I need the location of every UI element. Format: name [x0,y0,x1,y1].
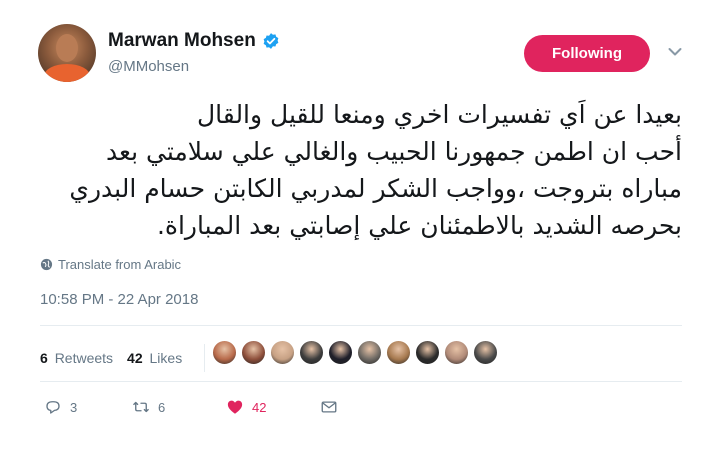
chevron-down-icon[interactable] [668,47,682,57]
like-count: 42 [252,399,267,415]
following-button[interactable]: Following [524,35,650,72]
likes-count: 42 [127,350,143,366]
direct-message-button[interactable] [320,398,338,416]
reply-icon [46,401,60,414]
name-row: Marwan Mohsen [108,30,280,52]
direct-message-icon [321,401,337,413]
retweet-button[interactable]: 6 [132,398,165,416]
globe-icon [40,258,53,271]
translate-label: Translate from Arabic [58,257,182,272]
liker-avatar[interactable] [212,340,237,365]
liker-avatar[interactable] [299,340,324,365]
reply-count: 3 [70,399,78,415]
tweet-text-line: مباراه بتروجت ،وواجب الشكر لمدربي الكابت… [69,174,682,203]
liker-avatar[interactable] [473,340,498,365]
avatar-shirt [44,64,90,82]
tweet-text-line: بعيدا عن اَي تفسيرات اخري ومنعا للقيل وا… [197,100,682,129]
liker-avatar[interactable] [415,340,440,365]
user-handle[interactable]: @MMohsen [108,58,280,75]
likes-stat[interactable]: 42 Likes [127,350,182,366]
liker-avatar[interactable] [444,340,469,365]
tweet-text-line: أحب ان اطمن جمهورنا الحبيب والغالي علي س… [105,137,682,166]
tweet-stats: 6 Retweets 42 Likes [40,344,206,372]
retweets-count: 6 [40,350,48,366]
retweet-count: 6 [158,399,166,415]
tweet-text: بعيدا عن اَي تفسيرات اخري ومنعا للقيل وا… [40,96,682,244]
liker-avatar[interactable] [357,340,382,365]
like-button[interactable]: 42 [226,398,266,416]
translate-link[interactable]: Translate from Arabic [40,257,181,272]
divider [40,381,682,382]
tweet-text-line: بحرصه الشديد بالاطمئنان علي إصابتي بعد ا… [156,211,682,240]
tweet-card: Marwan Mohsen @MMohsen Following بعيدا ع… [0,0,720,464]
avatar[interactable] [38,24,96,82]
tweet-timestamp[interactable]: 10:58 PM - 22 Apr 2018 [40,291,198,308]
retweet-icon [133,401,149,413]
reply-button[interactable]: 3 [44,398,77,416]
user-info: Marwan Mohsen @MMohsen [108,30,280,75]
liker-avatar[interactable] [328,340,353,365]
liker-avatar[interactable] [241,340,266,365]
likers-avatars [212,340,498,365]
likes-label: Likes [149,350,183,366]
retweets-stat[interactable]: 6 Retweets [40,350,113,366]
liker-avatar[interactable] [386,340,411,365]
liker-avatar[interactable] [270,340,295,365]
stats-separator [204,344,206,372]
heart-icon [227,400,243,414]
tweet-actions: 3 6 42 [40,398,360,418]
display-name[interactable]: Marwan Mohsen [108,30,256,52]
verified-badge-icon [263,33,279,49]
retweets-label: Retweets [54,350,114,366]
divider [40,325,682,326]
avatar-face [56,34,78,62]
